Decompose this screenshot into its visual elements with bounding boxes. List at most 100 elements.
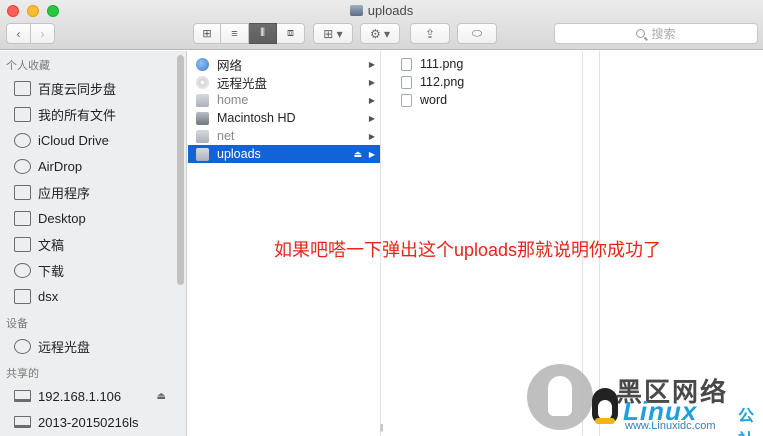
back-button[interactable]: ‹ xyxy=(6,23,31,44)
column-item-macintosh-hd[interactable]: Macintosh HD ▶ xyxy=(188,109,380,127)
arrange-button[interactable]: ⊞ ▾ xyxy=(313,23,353,44)
sidebar-item-icloud-drive[interactable]: iCloud Drive xyxy=(0,127,186,153)
action-menu-button[interactable]: ⚙ ▾ xyxy=(360,23,400,44)
window-title: uploads xyxy=(0,3,763,18)
sidebar-item-all-files[interactable]: 我的所有文件 xyxy=(0,101,186,127)
sidebar-item-shared-2013[interactable]: 2013-20150216ls xyxy=(0,409,186,435)
png-file-icon xyxy=(401,57,412,71)
cloud-icon xyxy=(14,132,31,148)
desktop-icon xyxy=(14,210,31,226)
sidebar-item-label: iCloud Drive xyxy=(38,132,109,148)
sidebar-item-baidu-sync[interactable]: 百度云同步盘 xyxy=(0,75,186,101)
drive-icon xyxy=(196,129,209,143)
disclosure-arrow-icon: ▶ xyxy=(368,95,375,105)
column-item-remote-disc[interactable]: 远程光盘 ▶ xyxy=(188,73,380,91)
disc-icon xyxy=(14,338,31,354)
drive-icon xyxy=(196,147,209,161)
sidebar-item-label: 我的所有文件 xyxy=(38,107,117,123)
file-item-111-png[interactable]: 111.png xyxy=(393,55,582,73)
sidebar-item-desktop[interactable]: Desktop xyxy=(0,205,186,231)
view-mode-selector: ⊞ ≡ ⫴ ⧈ xyxy=(193,23,305,44)
png-file-icon xyxy=(401,75,412,89)
gear-icon: ⚙ ▾ xyxy=(369,26,391,41)
sidebar-scrollbar[interactable] xyxy=(177,55,184,285)
monitor-icon xyxy=(14,390,31,402)
home-icon xyxy=(14,288,31,304)
sidebar-item-applications[interactable]: 应用程序 xyxy=(0,179,186,205)
sidebar-item-label: dsx xyxy=(38,288,59,304)
sidebar-section-favorites: 个人收藏 xyxy=(6,60,50,72)
search-input[interactable]: 搜索 xyxy=(554,23,758,44)
column-resize-handle[interactable]: || xyxy=(380,423,383,432)
column-item-label: 网络 xyxy=(217,58,243,73)
column-item-home[interactable]: home ▶ xyxy=(188,91,380,109)
chevron-right-icon: › xyxy=(40,26,45,41)
search-icon xyxy=(636,29,646,38)
column-view-button[interactable]: ⫴ xyxy=(249,23,277,44)
column-item-network[interactable]: 网络 ▶ xyxy=(188,55,380,73)
column-item-label: uploads xyxy=(217,147,261,161)
documents-icon xyxy=(14,236,31,252)
sidebar-section-devices: 设备 xyxy=(6,318,28,330)
column-item-label: home xyxy=(217,93,249,107)
column-item-uploads[interactable]: uploads ⏏ ▶ xyxy=(188,145,380,163)
column-item-label: 远程光盘 xyxy=(217,76,268,91)
sidebar-item-label: 百度云同步盘 xyxy=(38,81,117,97)
monitor-icon xyxy=(14,416,31,428)
sidebar-item-label: 应用程序 xyxy=(38,185,91,201)
watermark-logo-icon xyxy=(527,364,593,430)
document-icon xyxy=(401,93,412,107)
disclosure-arrow-icon: ▶ xyxy=(368,131,375,141)
hard-disk-icon xyxy=(196,111,209,125)
sidebar-item-dsx[interactable]: dsx xyxy=(0,283,186,309)
disclosure-arrow-icon: ▶ xyxy=(368,113,375,123)
drive-icon xyxy=(196,93,209,107)
sidebar-item-label: 2013-20150216ls xyxy=(38,414,139,430)
sidebar-item-label: AirDrop xyxy=(38,158,83,174)
share-button[interactable]: ⇪ xyxy=(410,23,450,44)
sidebar-item-label: 192.168.1.106 xyxy=(38,388,122,404)
sidebar-section-shared: 共享的 xyxy=(6,368,39,380)
downloads-icon xyxy=(14,262,31,278)
column-item-label: Macintosh HD xyxy=(217,111,296,125)
disclosure-arrow-icon: ▶ xyxy=(368,59,375,69)
annotation-text: 如果吧嗒一下弹出这个uploads那就说明你成功了 xyxy=(274,240,662,260)
icon-view-button[interactable]: ⊞ xyxy=(193,23,221,44)
eject-icon[interactable]: ⏏ xyxy=(157,391,166,402)
list-view-button[interactable]: ≡ xyxy=(221,23,249,44)
sidebar-item-remote-disc[interactable]: 远程光盘 xyxy=(0,333,186,359)
disclosure-arrow-icon: ▶ xyxy=(368,77,375,87)
arrange-icon: ⊞ ▾ xyxy=(323,26,343,41)
sidebar-item-label: 下载 xyxy=(38,263,65,279)
sidebar-item-downloads[interactable]: 下载 xyxy=(0,257,186,283)
file-item-label: 111.png xyxy=(420,57,464,71)
list-view-icon: ≡ xyxy=(231,27,238,40)
applications-icon xyxy=(14,184,31,200)
tag-icon: ⬭ xyxy=(471,26,483,40)
column-item-label: net xyxy=(217,129,235,143)
tags-button[interactable]: ⬭ xyxy=(457,23,497,44)
watermark-url-text: www.Linuxidc.com xyxy=(625,420,716,432)
file-item-word[interactable]: word xyxy=(393,91,582,109)
eject-icon[interactable]: ⏏ xyxy=(353,149,362,160)
search-placeholder: 搜索 xyxy=(651,27,676,41)
all-files-icon xyxy=(14,106,31,122)
airdrop-icon xyxy=(14,158,31,174)
column-item-net[interactable]: net ▶ xyxy=(188,127,380,145)
forward-button[interactable]: › xyxy=(30,23,55,44)
sidebar-item-label: Desktop xyxy=(38,210,86,226)
cover-flow-button[interactable]: ⧈ xyxy=(277,23,305,44)
sidebar-item-shared-192[interactable]: 192.168.1.106 ⏏ xyxy=(0,383,186,409)
sidebar-item-airdrop[interactable]: AirDrop xyxy=(0,153,186,179)
window-title-text: uploads xyxy=(367,3,414,18)
globe-icon xyxy=(196,57,209,71)
sidebar-item-label: 远程光盘 xyxy=(38,339,91,355)
watermark-she-text: 公社 xyxy=(738,408,755,436)
sidebar: 个人收藏 百度云同步盘 我的所有文件 iCloud Drive AirDrop … xyxy=(0,51,187,436)
file-item-112-png[interactable]: 112.png xyxy=(393,73,582,91)
penguin-icon xyxy=(592,388,618,424)
window-toolbar: uploads ‹ › ⊞ ≡ ⫴ ⧈ ⊞ ▾ ⚙ ▾ ⇪ ⬭ 搜索 xyxy=(0,0,763,50)
share-icon: ⇪ xyxy=(424,26,436,41)
sidebar-item-documents[interactable]: 文稿 xyxy=(0,231,186,257)
file-item-label: word xyxy=(420,93,448,107)
